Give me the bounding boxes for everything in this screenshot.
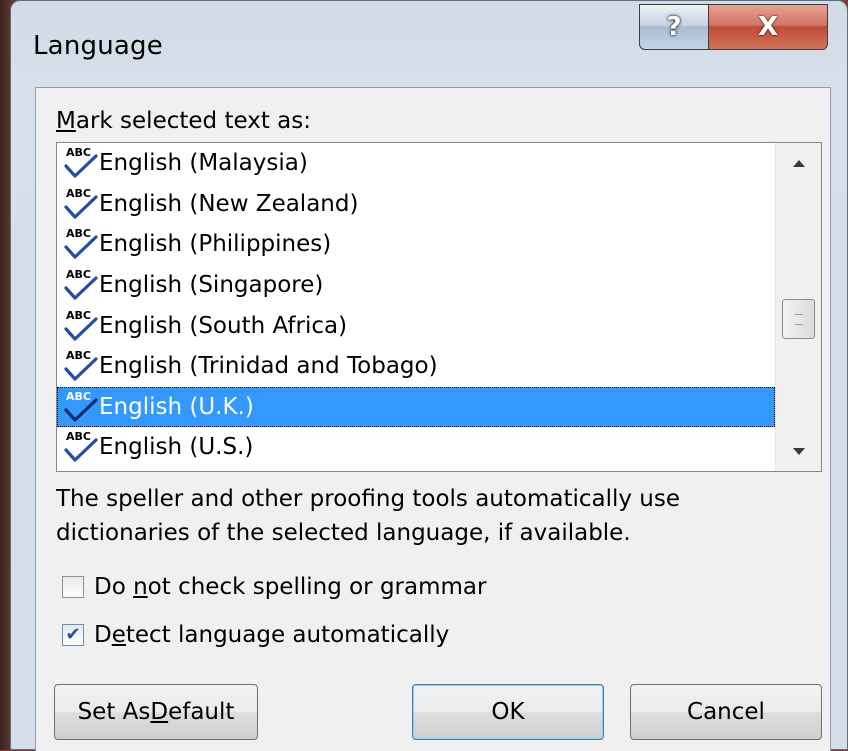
spell-check-icon: ABC [63,309,101,343]
do-not-check-spelling-option[interactable]: Do not check spelling or grammar [62,574,486,600]
scroll-up-button[interactable] [776,143,821,183]
dialog-title: Language [33,31,163,61]
spell-check-icon: ABC [63,390,101,424]
spell-check-icon: ABC [63,227,101,261]
language-item[interactable]: ABC English (U.S.) [57,427,775,468]
language-dialog: Language ? X Mark selected text as: ABC E… [10,0,848,751]
mark-selected-text-label: Mark selected text as: [56,108,311,134]
language-item-label: English (Philippines) [99,231,332,258]
do-not-check-spelling-checkbox[interactable] [62,576,84,598]
ok-button[interactable]: OK [412,684,604,740]
description-text: The speller and other proofing tools aut… [56,486,681,546]
help-icon: ? [666,12,682,42]
scroll-up-arrow-icon [793,159,805,167]
scrollbar-thumb[interactable] [782,299,815,339]
set-as-default-button[interactable]: Set As Default [54,684,258,740]
language-item[interactable]: ABC English (Trinidad and Tobago) [57,346,775,387]
spell-check-icon: ABC [63,268,101,302]
close-icon: X [757,12,779,42]
detect-language-option[interactable]: ✔ Detect language automatically [62,622,449,648]
language-item-label: English (South Africa) [99,312,348,339]
spell-check-icon: ABC [63,146,101,180]
language-item[interactable]: ABC English (South Africa) [57,305,775,346]
language-item[interactable]: ABC English (Malaysia) [57,143,775,184]
listbox-scrollbar[interactable] [775,143,821,471]
scroll-down-button[interactable] [776,431,821,471]
language-item-label: English (U.K.) [99,393,254,420]
language-item[interactable]: ABC English (Philippines) [57,224,775,265]
detect-language-checkbox[interactable]: ✔ [62,624,84,646]
spell-check-icon: ABC [63,349,101,383]
language-item[interactable]: ABC English (Singapore) [57,265,775,306]
do-not-check-spelling-label: Do not check spelling or grammar [94,574,487,600]
language-item-label: English (Trinidad and Tobago) [99,353,438,380]
language-item[interactable]: ABC English (New Zealand) [57,184,775,225]
language-listbox[interactable]: ABC English (Malaysia) ABC English (New Zea… [56,142,822,472]
language-item-label: English (New Zealand) [99,190,359,217]
detect-language-label: Detect language automatically [94,622,450,648]
language-list: ABC English (Malaysia) ABC English (New Zea… [57,143,775,468]
language-item-label: English (U.S.) [99,434,254,461]
language-item-label: English (Singapore) [99,272,324,299]
language-item[interactable]: ABC English (U.K.) [57,386,775,428]
spell-check-icon: ABC [63,430,101,464]
scroll-down-arrow-icon [793,447,805,455]
help-button[interactable]: ? [639,4,709,50]
close-button[interactable]: X [708,4,828,50]
cancel-button[interactable]: Cancel [630,684,822,740]
spell-check-icon: ABC [63,187,101,221]
language-item-label: English (Malaysia) [99,150,308,177]
dialog-body: Mark selected text as: ABC English (Malay… [35,87,831,751]
